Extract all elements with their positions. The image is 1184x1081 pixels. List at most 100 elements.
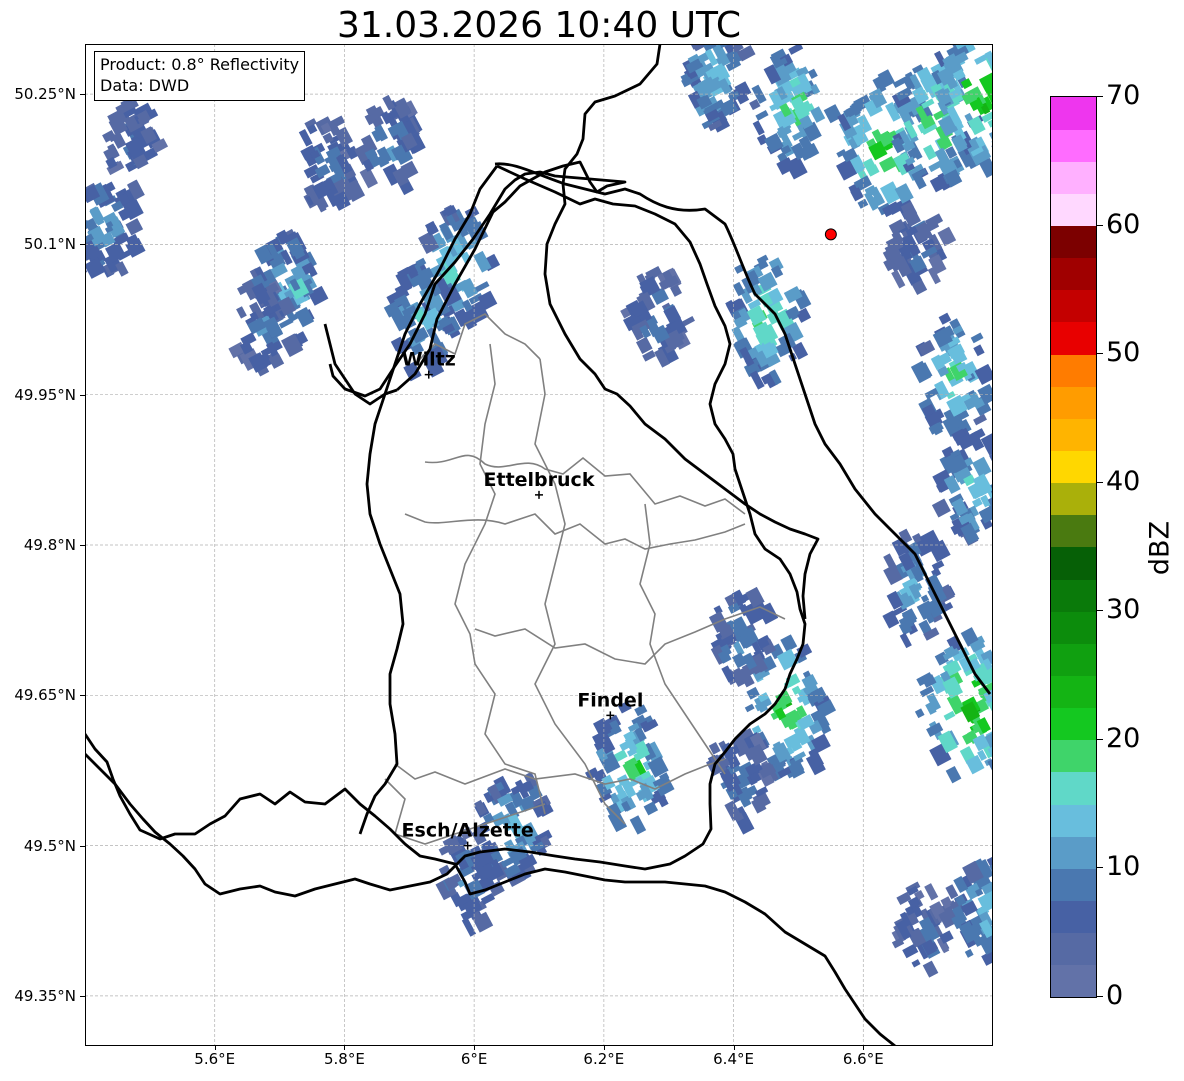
colorbar-segment xyxy=(1051,161,1096,194)
colorbar-segment xyxy=(1051,964,1096,998)
lat-tick-label: 49.65°N xyxy=(14,686,76,705)
colorbar-segment xyxy=(1051,675,1096,709)
lon-tick-label: 6.6°E xyxy=(842,1050,884,1068)
colorbar-segment xyxy=(1051,611,1096,644)
lat-tick-mark xyxy=(80,995,85,997)
lat-tick-label: 49.35°N xyxy=(14,986,76,1005)
radar-echo xyxy=(910,312,993,447)
colorbar-segment xyxy=(1051,450,1096,484)
colorbar-tick-label: 40 xyxy=(1106,465,1141,497)
lat-tick-label: 50.25°N xyxy=(14,85,76,104)
radar-echo xyxy=(725,254,812,390)
colorbar-tick-mark xyxy=(1096,96,1103,97)
lon-tick-mark xyxy=(603,1045,605,1050)
radar-echo xyxy=(749,44,843,180)
lat-tick-mark xyxy=(80,244,85,246)
lon-tick-label: 6.2°E xyxy=(583,1050,625,1068)
colorbar-segment xyxy=(1051,739,1096,773)
lat-tick-mark xyxy=(80,845,85,847)
colorbar-segment xyxy=(1051,322,1096,355)
colorbar-segment xyxy=(1051,707,1096,741)
colorbar-tick-mark xyxy=(1096,867,1103,869)
colorbar-segment xyxy=(1051,129,1096,162)
colorbar-tick-mark xyxy=(1096,353,1103,355)
city-label: Ettelbruck xyxy=(484,469,595,491)
lat-tick-mark xyxy=(80,94,85,96)
lat-tick-mark xyxy=(80,545,85,546)
colorbar-segment xyxy=(1051,354,1096,387)
colorbar-tick-label: 60 xyxy=(1106,208,1141,240)
radar-map[interactable]: Wiltz Ettelbruck Findel Esch/Alzette xyxy=(85,44,993,1046)
lat-tick-label: 49.8°N xyxy=(23,536,76,554)
radar-echo xyxy=(882,528,956,649)
city-label: Findel xyxy=(577,689,643,711)
data-source-label: Data: DWD xyxy=(100,76,190,95)
colorbar-segment xyxy=(1051,836,1096,869)
lon-tick-label: 6.4°E xyxy=(713,1050,754,1068)
colorbar-tick-label: 20 xyxy=(1106,722,1141,754)
radar-echo xyxy=(354,94,426,196)
product-label: Product: 0.8° Reflectivity xyxy=(100,55,300,74)
product-info-box: Product: 0.8° Reflectivity Data: DWD xyxy=(94,51,306,101)
colorbar-tick-mark xyxy=(1096,224,1103,226)
colorbar-tick-mark xyxy=(1096,481,1103,483)
lon-tick-mark xyxy=(474,1045,476,1050)
colorbar-segment xyxy=(1051,193,1096,227)
radar-echo xyxy=(584,700,675,835)
lat-tick-label: 49.95°N xyxy=(14,385,76,404)
lux-west-line xyxy=(358,165,499,835)
lat-tick-label: 49.5°N xyxy=(23,836,76,855)
colorbar xyxy=(1050,96,1097,998)
radar-echo xyxy=(914,627,993,784)
lon-tick-label: 6°E xyxy=(460,1050,488,1068)
colorbar-tick-label: 0 xyxy=(1106,980,1124,1011)
colorbar-segment xyxy=(1051,772,1096,805)
colorbar-tick-label: 70 xyxy=(1106,80,1141,111)
colorbar-segment xyxy=(1051,868,1096,902)
colorbar-segment xyxy=(1051,289,1096,323)
colorbar-tick-mark xyxy=(1096,996,1103,997)
radar-echo xyxy=(680,44,756,133)
colorbar-segment xyxy=(1051,418,1096,452)
lon-tick-mark xyxy=(344,1045,346,1050)
lat-tick-label: 50.1°N xyxy=(23,235,76,254)
radar-echo xyxy=(620,265,695,368)
canton-border-center xyxy=(404,513,746,550)
lat-tick-mark xyxy=(80,394,85,396)
lon-tick-mark xyxy=(863,1045,865,1050)
lon-tick-label: 5.6°E xyxy=(194,1050,236,1068)
colorbar-segment xyxy=(1051,386,1096,419)
map-title: 31.03.2026 10:40 UTC xyxy=(336,5,742,46)
canton-border-vertical-1 xyxy=(454,343,546,815)
colorbar-segment xyxy=(1051,482,1096,516)
lon-tick-label: 5.8°E xyxy=(324,1050,365,1068)
lon-tick-mark xyxy=(214,1045,216,1050)
city-label: Wiltz xyxy=(402,349,456,371)
colorbar-tick-label: 30 xyxy=(1106,594,1141,626)
colorbar-segment xyxy=(1051,932,1096,966)
colorbar-segment xyxy=(1051,225,1096,259)
lon-tick-mark xyxy=(733,1045,735,1050)
colorbar-segment xyxy=(1051,97,1096,130)
radar-echo xyxy=(298,115,366,213)
lat-tick-mark xyxy=(80,695,85,697)
colorbar-title: dBZ xyxy=(1144,520,1176,576)
radar-site-marker[interactable] xyxy=(824,228,837,241)
canton-border-south xyxy=(394,758,726,790)
city-label: Esch/Alzette xyxy=(402,820,534,842)
colorbar-segment xyxy=(1051,514,1096,548)
radar-echo xyxy=(882,201,957,296)
colorbar-segment xyxy=(1051,257,1096,291)
colorbar-segment xyxy=(1051,804,1096,837)
colorbar-segment xyxy=(1051,900,1096,934)
city-marker xyxy=(535,490,543,499)
radar-echo xyxy=(931,427,993,546)
colorbar-tick-label: 50 xyxy=(1106,337,1141,369)
colorbar-tick-label: 10 xyxy=(1106,851,1141,883)
colorbar-segment xyxy=(1051,579,1096,612)
radar-echo xyxy=(891,881,959,978)
colorbar-tick-mark xyxy=(1096,738,1103,740)
canton-border-vertical-3 xyxy=(639,503,726,775)
colorbar-segment xyxy=(1051,643,1096,677)
colorbar-tick-mark xyxy=(1096,610,1103,612)
